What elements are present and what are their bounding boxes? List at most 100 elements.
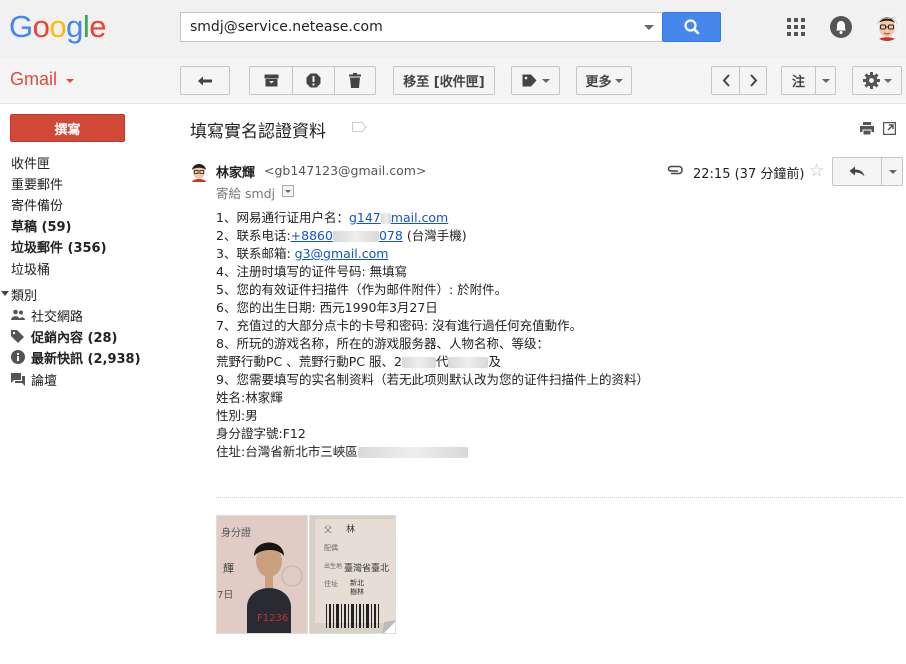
body-text: 1、网易通行证用户名： bbox=[216, 210, 349, 225]
sidebar-item-label: 論壇 bbox=[31, 374, 58, 389]
attachment-text: 父 bbox=[324, 525, 332, 534]
next-message-button[interactable] bbox=[740, 67, 767, 94]
body-line: 9、您需要填写的实名制资料（若无此项则默认改为您的证件扫描件上的资料） bbox=[216, 372, 649, 387]
reply-button[interactable] bbox=[833, 158, 881, 185]
labels-button[interactable] bbox=[511, 66, 560, 95]
link-text: mail.com bbox=[390, 210, 449, 225]
move-to-inbox-button[interactable]: 移至 [收件匣] bbox=[393, 66, 495, 95]
sender-name[interactable]: 林家輝 bbox=[216, 162, 255, 181]
delete-button[interactable] bbox=[334, 67, 376, 94]
previous-message-button[interactable] bbox=[712, 67, 739, 94]
google-logo[interactable]: Google bbox=[9, 9, 107, 45]
attachment-text: 樹林 bbox=[350, 587, 364, 596]
important-marker-icon[interactable] bbox=[352, 122, 367, 132]
attachment-text: 配偶 bbox=[324, 543, 338, 552]
sidebar-item-updates[interactable]: 最新快訊 (2,938) bbox=[0, 348, 141, 368]
body-text: 荒野行動PC 、荒野行動PC 服、2 bbox=[216, 354, 402, 369]
archive-button[interactable] bbox=[250, 67, 292, 94]
chevron-down-icon bbox=[888, 169, 897, 174]
search-button[interactable] bbox=[662, 12, 721, 42]
search-box bbox=[180, 12, 662, 42]
redacted-block bbox=[357, 447, 468, 458]
account-avatar[interactable] bbox=[872, 11, 902, 41]
body-text: (台灣手機) bbox=[406, 228, 467, 243]
back-to-inbox-button[interactable] bbox=[180, 66, 230, 95]
attachment-text: 臺灣省臺北 bbox=[344, 562, 389, 574]
attachment-text: F1236 bbox=[257, 613, 288, 624]
input-tools-dropdown[interactable] bbox=[816, 67, 836, 94]
pagination-group bbox=[711, 66, 767, 95]
compose-button[interactable]: 撰寫 bbox=[10, 114, 125, 142]
search-input[interactable] bbox=[181, 13, 636, 41]
attachment-thumbnail-back[interactable]: 父 林 配偶 出生地 臺灣省臺北 住址 新北 樹林 bbox=[309, 515, 396, 634]
chevron-down-icon bbox=[541, 78, 550, 83]
tag-icon bbox=[11, 330, 24, 343]
body-text: 代 bbox=[435, 354, 449, 369]
attachment-text: 出生地 bbox=[324, 562, 342, 570]
body-line: 荒野行動PC 、荒野行動PC 服、2 代 及 bbox=[216, 353, 776, 371]
open-in-new-window-icon[interactable] bbox=[883, 122, 896, 135]
input-tools-label: 注 bbox=[791, 75, 805, 90]
body-line: 性別:男 bbox=[216, 408, 258, 423]
link-text: g147 bbox=[348, 210, 381, 225]
body-line: 1、网易通行证用户名：g147 mail.com bbox=[216, 209, 776, 227]
body-line: 住址:台灣省新北市三峽區 bbox=[216, 443, 776, 461]
sender-avatar bbox=[188, 160, 210, 182]
notifications-bell-icon[interactable] bbox=[830, 16, 852, 38]
report-spam-button[interactable] bbox=[292, 67, 334, 94]
sidebar-item-trash[interactable]: 垃圾桶 bbox=[11, 259, 50, 278]
message-time: 22:15 (37 分鐘前) bbox=[693, 167, 805, 182]
chevron-down-icon bbox=[883, 78, 892, 83]
chevron-down-icon bbox=[822, 78, 830, 83]
logo-letter: G bbox=[9, 9, 33, 44]
more-label: 更多 bbox=[585, 75, 612, 90]
sender-email: <gb147123@gmail.com> bbox=[264, 163, 427, 178]
phone-link[interactable]: +8860 078 bbox=[291, 228, 403, 243]
more-actions-button[interactable]: 更多 bbox=[576, 66, 632, 95]
body-line: 姓名:林家輝 bbox=[216, 390, 283, 405]
email-link[interactable]: g3@gmail.com bbox=[295, 246, 389, 261]
logo-letter: o bbox=[49, 9, 67, 44]
more-reply-options-button[interactable] bbox=[882, 158, 903, 185]
link-text: +8860 bbox=[290, 228, 333, 243]
redacted-block bbox=[401, 357, 436, 368]
settings-button[interactable] bbox=[852, 66, 902, 95]
sidebar-item-sent[interactable]: 寄件備份 bbox=[11, 195, 63, 214]
apps-grid-icon[interactable] bbox=[787, 18, 805, 36]
attachment-paperclip-icon bbox=[667, 165, 683, 175]
message-body: 1、网易通行证用户名：g147 mail.com 2、联系电话:+8860 078 … bbox=[216, 209, 776, 461]
chevron-right-icon bbox=[749, 74, 757, 87]
logo-letter: g bbox=[66, 9, 83, 44]
sidebar-item-label: 促銷內容 (28) bbox=[31, 331, 118, 346]
label-tag-icon bbox=[522, 74, 536, 87]
username-link[interactable]: g147 mail.com bbox=[349, 210, 448, 225]
attachment-text: 身分證 bbox=[221, 526, 251, 539]
sidebar-item-social[interactable]: 社交網路 bbox=[0, 306, 140, 326]
reply-arrow-icon bbox=[849, 166, 865, 177]
action-toolbar: Gmail 移至 [收件匣] 更多 注 bbox=[0, 58, 906, 104]
sidebar-item-drafts[interactable]: 草稿 (59) bbox=[11, 216, 72, 235]
star-icon[interactable]: ☆ bbox=[809, 161, 824, 181]
sidebar-item-forums[interactable]: 論壇 bbox=[0, 370, 140, 390]
input-tools-button[interactable]: 注 bbox=[782, 67, 815, 94]
attachment-text: 林 bbox=[346, 523, 355, 535]
sidebar-item-promotions[interactable]: 促銷內容 (28) bbox=[0, 327, 140, 347]
chevron-down-icon[interactable] bbox=[66, 79, 74, 83]
link-text: 078 bbox=[378, 228, 403, 243]
body-line: 5、您的有效证件扫描件（作为邮件附件）: 於附件。 bbox=[216, 282, 508, 297]
sidebar-item-spam[interactable]: 垃圾郵件 (356) bbox=[11, 237, 107, 256]
forum-icon bbox=[11, 373, 25, 386]
sidebar-item-important[interactable]: 重要郵件 bbox=[11, 174, 63, 193]
print-icon[interactable] bbox=[860, 122, 874, 135]
attachment-text: 輝 bbox=[223, 562, 234, 575]
body-line: 2、联系电话:+8860 078 (台灣手機) bbox=[216, 227, 776, 245]
info-icon bbox=[11, 350, 25, 364]
body-line: 身分證字號:F12 bbox=[216, 426, 306, 441]
show-details-icon[interactable] bbox=[282, 185, 294, 197]
search-options-caret-icon[interactable] bbox=[644, 25, 654, 30]
chevron-left-icon bbox=[722, 74, 730, 87]
sidebar-item-inbox[interactable]: 收件匣 bbox=[11, 153, 50, 172]
logo-letter: o bbox=[32, 9, 50, 44]
gmail-app-switcher[interactable]: Gmail bbox=[10, 69, 57, 90]
attachment-thumbnail-front[interactable]: 身分證 輝 7日 F1236 bbox=[216, 515, 308, 634]
